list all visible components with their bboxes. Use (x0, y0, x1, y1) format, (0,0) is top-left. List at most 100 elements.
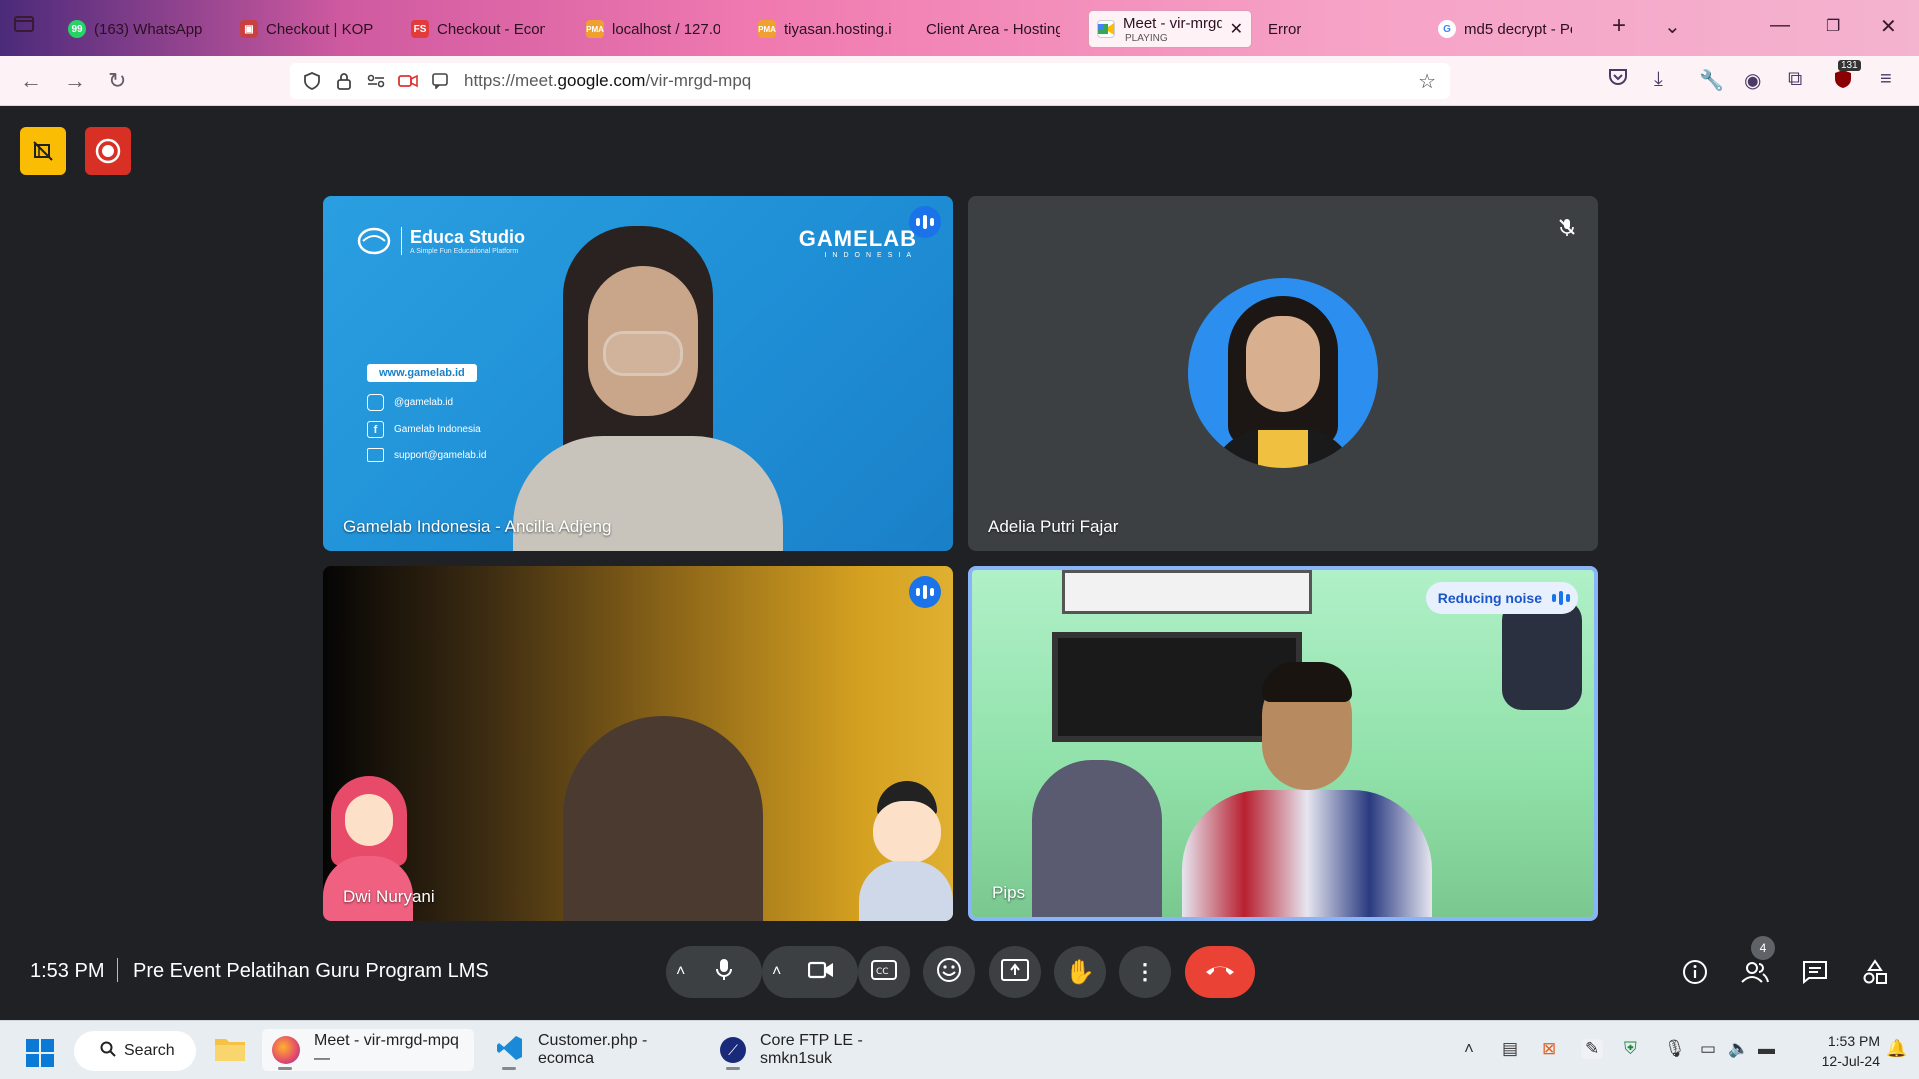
reactions-button[interactable] (923, 946, 975, 998)
permissions-icon[interactable] (366, 71, 386, 91)
show-hidden-icons-chevron-icon[interactable]: ˄ (1464, 1039, 1474, 1059)
tray-microphone-icon[interactable]: 🎙 (1664, 1039, 1686, 1059)
meet-stage: Educa Studio A Simple Fun Educational Pl… (0, 106, 1919, 1020)
tab-localhost[interactable]: PMA localhost / 127.0.0 (578, 10, 728, 48)
contact-email: support@gamelab.id (367, 448, 486, 462)
raise-hand-button[interactable]: ✋ (1054, 946, 1106, 998)
participant-tile-adelia[interactable]: Adelia Putri Fajar (968, 196, 1598, 551)
extensions-icon[interactable]: ⧉ (1788, 68, 1802, 91)
mail-icon (367, 448, 384, 462)
tab-client-area[interactable]: Client Area - Hosting (918, 10, 1068, 48)
mic-off-icon (1554, 214, 1580, 240)
account-icon[interactable]: ◉ (1744, 68, 1761, 93)
minimize-icon[interactable]: — (1770, 14, 1790, 37)
tab-checkout-ecomm[interactable]: FS Checkout - Ecomm (403, 10, 553, 48)
taskbar-app-vscode[interactable]: Customer.php - ecomca (486, 1029, 698, 1071)
people-icon[interactable]: 4 (1735, 936, 1775, 992)
wrench-icon[interactable]: 🔧 (1699, 68, 1724, 93)
shield-icon[interactable] (302, 71, 322, 91)
chat-icon[interactable] (1795, 952, 1835, 992)
mic-options-chevron-icon[interactable]: ˄ (676, 963, 685, 981)
website-label: www.gamelab.id (367, 364, 477, 382)
captions-button[interactable]: CC (858, 946, 910, 998)
notifications-icon[interactable]: 🔔 (1886, 1039, 1907, 1059)
participant-tile-pips[interactable]: Reducing noise Pips (968, 566, 1598, 921)
tab-meet[interactable]: Meet - vir-mrgd PLAYING ✕ (1088, 10, 1252, 48)
taskbar-app-coreftp[interactable]: ⟋ Core FTP LE - smkn1suk (710, 1029, 932, 1071)
phpmyadmin-icon: PMA (758, 20, 776, 38)
tray-security-icon[interactable]: ⛨ (1624, 1039, 1637, 1059)
tab-tiyasan[interactable]: PMA tiyasan.hosting.id (750, 10, 900, 48)
ublock-icon[interactable]: 131 (1832, 60, 1861, 96)
url-bar[interactable]: https://meet.google.com/vir-mrgd-mpq ☆ (290, 63, 1450, 99)
window-vent (1062, 570, 1312, 614)
tray-xampp-icon[interactable]: ⊠ (1542, 1039, 1556, 1059)
downloads-icon[interactable]: ⤓ (1654, 68, 1663, 91)
firefox-icon (272, 1036, 300, 1064)
camera-options-chevron-icon[interactable]: ˄ (772, 963, 781, 981)
participant-name: Adelia Putri Fajar (988, 517, 1119, 536)
camera-off-indicator-icon[interactable] (20, 127, 66, 175)
present-screen-button[interactable] (989, 946, 1041, 998)
speaking-indicator-icon (909, 576, 941, 608)
close-window-icon[interactable]: ✕ (1880, 14, 1897, 39)
camera-icon[interactable] (807, 960, 834, 985)
close-tab-icon[interactable]: ✕ (1230, 19, 1243, 39)
reducing-noise-badge[interactable]: Reducing noise (1425, 582, 1578, 614)
windows-start-icon[interactable] (26, 1039, 54, 1072)
sticker-boy (853, 781, 953, 921)
tray-app-icon[interactable]: ▤ (1502, 1039, 1518, 1059)
meet-icon (1097, 20, 1115, 38)
taskbar-app-firefox[interactable]: Meet - vir-mrgd-mpq — (262, 1029, 474, 1071)
participant-tile-ancilla[interactable]: Educa Studio A Simple Fun Educational Pl… (323, 196, 953, 551)
participant-video-ancilla (513, 226, 783, 551)
tab-overview-icon[interactable] (14, 14, 34, 38)
back-icon[interactable]: ← (20, 68, 42, 94)
pocket-icon[interactable] (1608, 68, 1628, 92)
captions-icon: CC (871, 959, 897, 985)
participant-tile-dwi[interactable]: Dwi Nuryani (323, 566, 953, 921)
taskbar-search[interactable]: Search (74, 1031, 196, 1071)
meeting-details-icon[interactable] (1675, 952, 1715, 992)
meeting-time: 1:53 PM (30, 960, 105, 982)
menu-icon[interactable]: ≡ (1880, 68, 1892, 91)
tray-pen-icon[interactable]: ✎ (1581, 1039, 1604, 1059)
tab-whatsapp[interactable]: 99 (163) WhatsApp (60, 10, 210, 48)
tab-md5-decrypt[interactable]: G md5 decrypt - Pe (1430, 10, 1580, 48)
reload-icon[interactable]: ↻ (108, 68, 126, 94)
camera-control[interactable]: ˄ (762, 946, 858, 998)
new-tab-icon[interactable]: + (1612, 12, 1626, 40)
restore-icon[interactable]: ❐ (1826, 16, 1840, 36)
speaking-indicator-icon (1552, 591, 1570, 605)
tab-error[interactable]: Error (1260, 10, 1410, 48)
camera-sharing-icon[interactable] (398, 71, 418, 91)
lock-icon[interactable] (334, 71, 354, 91)
divider (117, 958, 118, 982)
participant-name: Pips (992, 883, 1026, 902)
microphone-icon[interactable] (714, 958, 734, 987)
instagram-icon (367, 394, 384, 411)
more-vertical-icon: ⋮ (1134, 959, 1156, 984)
recording-icon[interactable] (85, 127, 131, 175)
tab-list-chevron-icon[interactable]: ⌄ (1664, 14, 1681, 39)
reader-view-icon[interactable] (430, 71, 450, 91)
present-screen-icon (1001, 958, 1029, 986)
battery-icon[interactable]: ▬ (1758, 1039, 1775, 1059)
activities-icon[interactable] (1855, 952, 1895, 992)
microphone-control[interactable]: ˄ (666, 946, 762, 998)
navigation-toolbar: ← → ↻ https://meet.google.com/vir-mrgd-m… (0, 56, 1919, 106)
more-options-button[interactable]: ⋮ (1119, 946, 1171, 998)
forward-icon[interactable]: → (64, 68, 86, 94)
volume-icon[interactable]: 🔈 (1728, 1039, 1749, 1059)
whatsapp-icon: 99 (68, 20, 86, 38)
person-hair (1262, 662, 1352, 702)
educa-studio-logo: Educa Studio A Simple Fun Educational Pl… (357, 226, 525, 256)
leave-call-button[interactable] (1185, 946, 1255, 998)
file-explorer-icon[interactable] (214, 1035, 246, 1068)
bookmark-star-icon[interactable]: ☆ (1418, 69, 1436, 94)
tab-checkout-kopsi[interactable]: ▣ Checkout | KOPSI (232, 10, 382, 48)
network-icon[interactable]: ▭ (1700, 1039, 1716, 1059)
url-text: https://meet.google.com/vir-mrgd-mpq (464, 71, 752, 90)
person-shirt (1182, 790, 1432, 917)
taskbar-clock[interactable]: 1:53 PM 12-Jul-24 (1800, 1031, 1880, 1071)
